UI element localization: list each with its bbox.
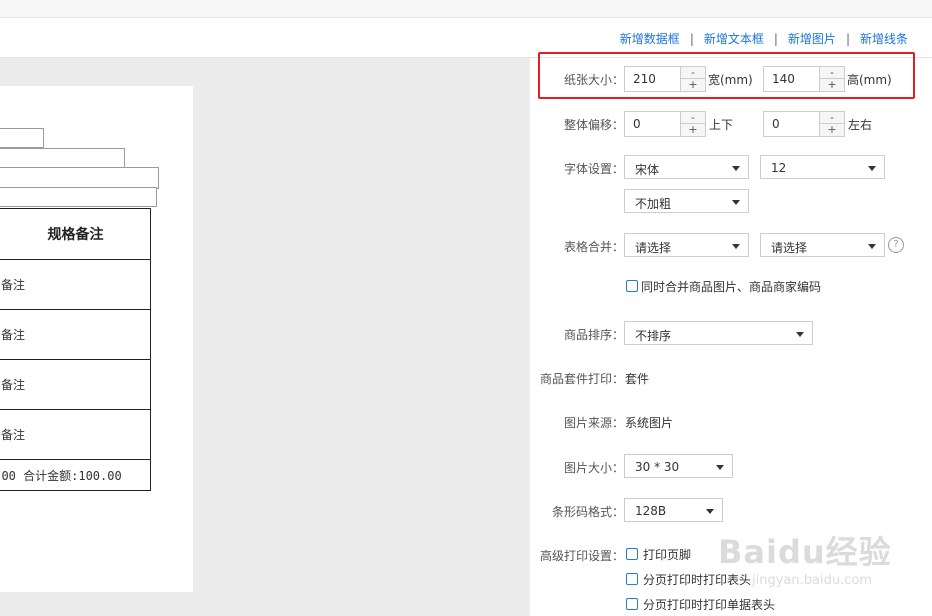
horizontal-offset-value: 0	[772, 117, 780, 131]
table-footer-text: 0.00 合计金额:100.00	[0, 468, 122, 483]
link-separator: |	[689, 31, 694, 46]
merge-select-1-value: 请选择	[635, 241, 672, 255]
merge-images-checkbox[interactable]	[626, 280, 638, 292]
barcode-format-select[interactable]: 128B	[624, 498, 723, 522]
print-paper: 规格备注 备注 备注 备注 备注 0.00 合计金额:100.00	[0, 86, 193, 592]
help-icon[interactable]: ?	[888, 237, 904, 253]
barcode-format-value: 128B	[635, 504, 667, 518]
merge-images-checkbox-label: 同时合并商品图片、商品商家编码	[641, 280, 822, 294]
add-image-link[interactable]: 新增图片	[788, 30, 836, 47]
table-cell: 备注	[0, 409, 151, 460]
merge-select-2[interactable]: 请选择	[760, 233, 885, 257]
chevron-down-icon	[716, 465, 724, 470]
table-cell: 备注	[0, 359, 151, 410]
horizontal-offset-spinner[interactable]: 0 - +	[763, 111, 845, 137]
top-bar	[0, 0, 932, 18]
vertical-offset-unit: 上下	[709, 118, 734, 132]
table-footer-cell: 0.00 合计金额:100.00	[0, 459, 151, 491]
font-weight-select[interactable]: 不加粗	[624, 189, 749, 213]
table-header-cell: 规格备注	[0, 208, 151, 260]
image-size-label: 图片大小：	[563, 461, 624, 475]
sort-value: 不排序	[635, 329, 672, 343]
add-data-box-link[interactable]: 新增数据框	[620, 30, 680, 47]
text-field-box[interactable]	[0, 167, 159, 189]
chevron-down-icon	[732, 166, 740, 171]
vertical-offset-spinner[interactable]: 0 - +	[624, 111, 706, 137]
sort-label: 商品排序：	[563, 328, 624, 342]
sort-select[interactable]: 不排序	[624, 321, 813, 345]
offset-label: 整体偏移：	[563, 118, 624, 132]
design-canvas: 规格备注 备注 备注 备注 备注 0.00 合计金额:100.00	[0, 58, 530, 616]
font-settings-label: 字体设置：	[563, 162, 624, 176]
text-field-box[interactable]	[0, 128, 44, 148]
merge-select-1[interactable]: 请选择	[624, 233, 749, 257]
image-size-select[interactable]: 30 * 30	[624, 454, 733, 478]
print-header-checkbox[interactable]	[626, 573, 638, 585]
text-field-box[interactable]	[0, 187, 157, 207]
increment-button[interactable]: +	[681, 124, 705, 136]
horizontal-offset-unit: 左右	[848, 118, 873, 132]
print-footer-checkbox[interactable]	[626, 548, 638, 560]
font-family-value: 宋体	[635, 163, 660, 177]
kit-print-value: 套件	[625, 372, 650, 386]
chevron-down-icon	[732, 244, 740, 249]
chevron-down-icon	[868, 244, 876, 249]
link-separator: |	[773, 31, 778, 46]
font-size-value: 12	[771, 161, 787, 175]
font-weight-value: 不加粗	[635, 197, 672, 211]
goods-table[interactable]: 规格备注 备注 备注 备注 备注 0.00 合计金额:100.00	[0, 208, 151, 491]
add-line-link[interactable]: 新增线条	[860, 30, 908, 47]
highlight-frame	[538, 52, 915, 99]
print-doc-header-checkbox[interactable]	[626, 598, 638, 610]
print-footer-label: 打印页脚	[643, 548, 692, 562]
image-size-value: 30 * 30	[635, 460, 680, 474]
vertical-offset-value: 0	[633, 117, 641, 131]
chevron-down-icon	[796, 332, 804, 337]
chevron-down-icon	[706, 509, 714, 514]
image-source-label: 图片来源：	[563, 416, 624, 430]
add-text-box-link[interactable]: 新增文本框	[704, 30, 764, 47]
chevron-down-icon	[868, 166, 876, 171]
barcode-format-label: 条形码格式：	[551, 505, 624, 519]
table-cell: 备注	[0, 259, 151, 310]
table-merge-label: 表格合并：	[563, 240, 624, 254]
print-header-label: 分页打印时打印表头	[643, 573, 752, 587]
link-separator: |	[845, 31, 850, 46]
advanced-print-label: 高级打印设置：	[539, 549, 624, 563]
print-doc-header-label: 分页打印时打印单据表头	[643, 598, 776, 612]
add-element-links: 新增数据框 | 新增文本框 | 新增图片 | 新增线条	[620, 30, 908, 47]
increment-button[interactable]: +	[820, 124, 844, 136]
kit-print-label: 商品套件打印：	[539, 372, 624, 386]
table-cell: 备注	[0, 309, 151, 360]
font-family-select[interactable]: 宋体	[624, 155, 749, 179]
font-size-select[interactable]: 12	[760, 155, 885, 179]
image-source-value: 系统图片	[625, 416, 674, 430]
merge-select-2-value: 请选择	[771, 241, 808, 255]
chevron-down-icon	[732, 200, 740, 205]
